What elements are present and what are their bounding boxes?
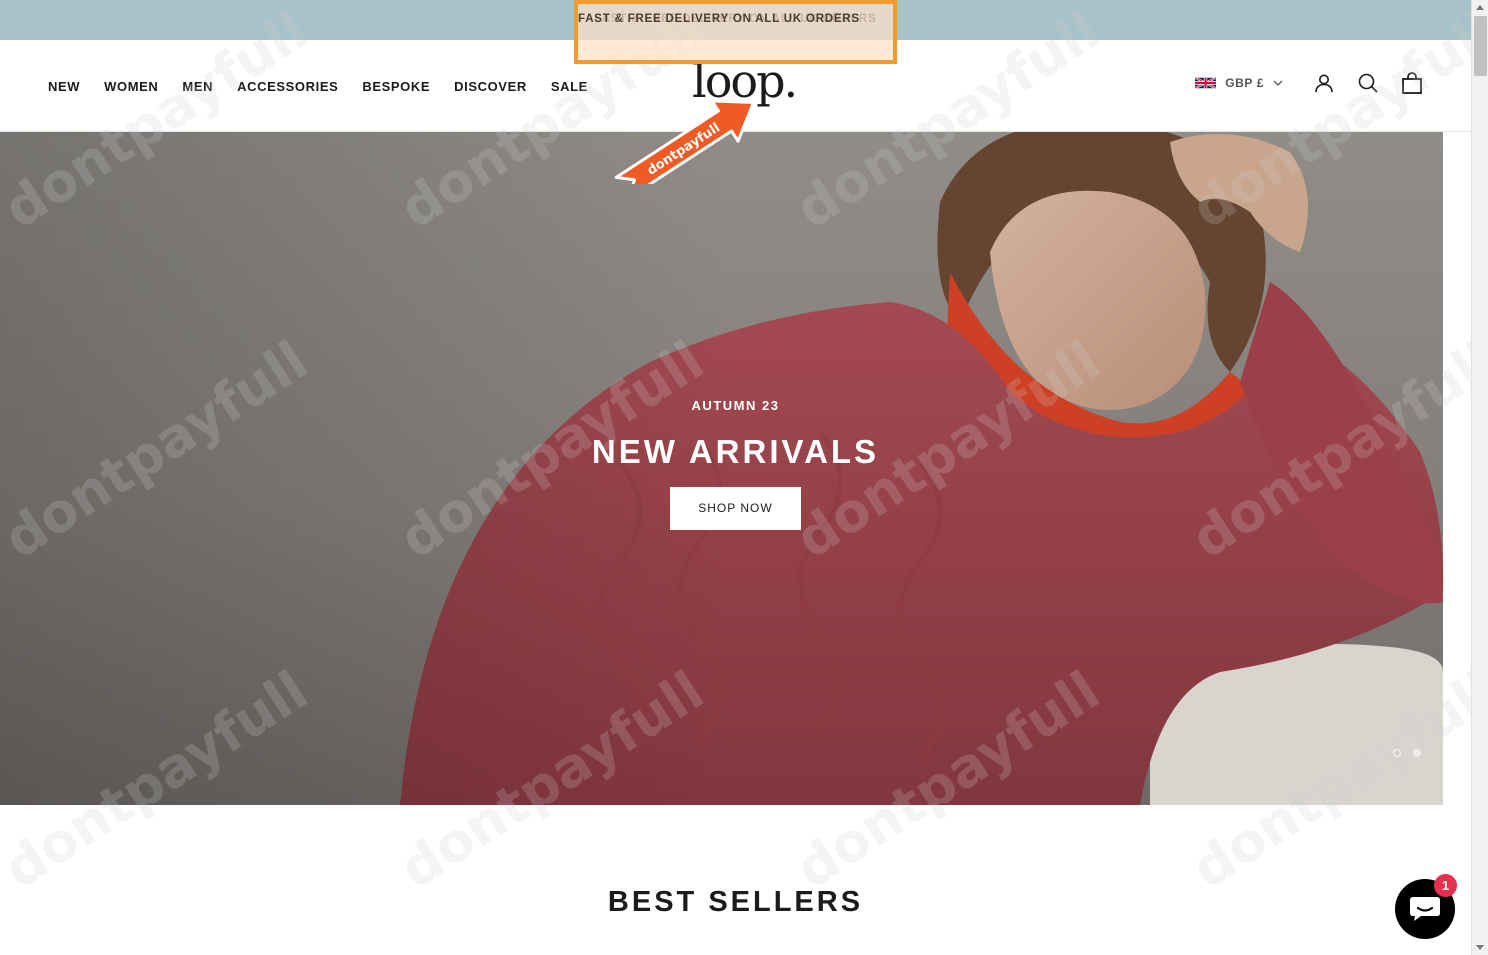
best-sellers-heading: BEST SELLERS <box>607 886 864 918</box>
scroll-up-arrow-icon[interactable] <box>1476 5 1484 10</box>
currency-label: GBP £ <box>1225 76 1264 90</box>
nav-item-accessories[interactable]: ACCESSORIES <box>237 79 338 94</box>
scrollbar-thumb[interactable] <box>1474 16 1487 76</box>
chat-bubble-icon <box>1410 897 1440 921</box>
chevron-down-icon <box>1273 80 1283 86</box>
slide-dot-2[interactable] <box>1413 749 1421 757</box>
header-actions: GBP £ <box>1195 72 1423 94</box>
nav-item-new[interactable]: NEW <box>48 79 80 94</box>
slide-dot-1[interactable] <box>1393 749 1401 757</box>
hero-slideshow: AUTUMN 23 NEW ARRIVALS SHOP NOW <box>0 132 1471 805</box>
promo-highlight-box: FAST & FREE DELIVERY ON ALL UK ORDERS <box>574 0 897 64</box>
page-scrollbar[interactable] <box>1471 0 1488 955</box>
nav-item-sale[interactable]: SALE <box>551 79 588 94</box>
dontpayfull-arrow-badge: dontpayfull <box>614 99 756 184</box>
main-nav: NEW WOMEN MEN ACCESSORIES BESPOKE DISCOV… <box>48 79 588 94</box>
chat-widget-button[interactable]: 1 <box>1395 874 1457 939</box>
nav-item-bespoke[interactable]: BESPOKE <box>362 79 430 94</box>
nav-item-men[interactable]: MEN <box>182 79 213 94</box>
hero-eyebrow: AUTUMN 23 <box>691 398 780 413</box>
account-icon[interactable] <box>1313 72 1335 94</box>
search-icon[interactable] <box>1357 72 1379 94</box>
nav-item-discover[interactable]: DISCOVER <box>454 79 527 94</box>
cart-icon[interactable] <box>1401 72 1423 94</box>
slideshow-dots <box>1393 749 1421 757</box>
highlighted-announcement-text: FAST & FREE DELIVERY ON ALL UK ORDERS <box>578 13 860 25</box>
shop-now-button[interactable]: SHOP NOW <box>670 487 801 530</box>
hero-title: NEW ARRIVALS <box>591 433 880 470</box>
scroll-down-arrow-icon[interactable] <box>1476 945 1484 950</box>
currency-selector[interactable]: GBP £ <box>1195 76 1283 90</box>
chat-notification-badge: 1 <box>1434 874 1457 897</box>
hero-content: AUTUMN 23 NEW ARRIVALS SHOP NOW <box>0 398 1471 530</box>
uk-flag-icon <box>1195 76 1217 90</box>
nav-item-women[interactable]: WOMEN <box>104 79 158 94</box>
